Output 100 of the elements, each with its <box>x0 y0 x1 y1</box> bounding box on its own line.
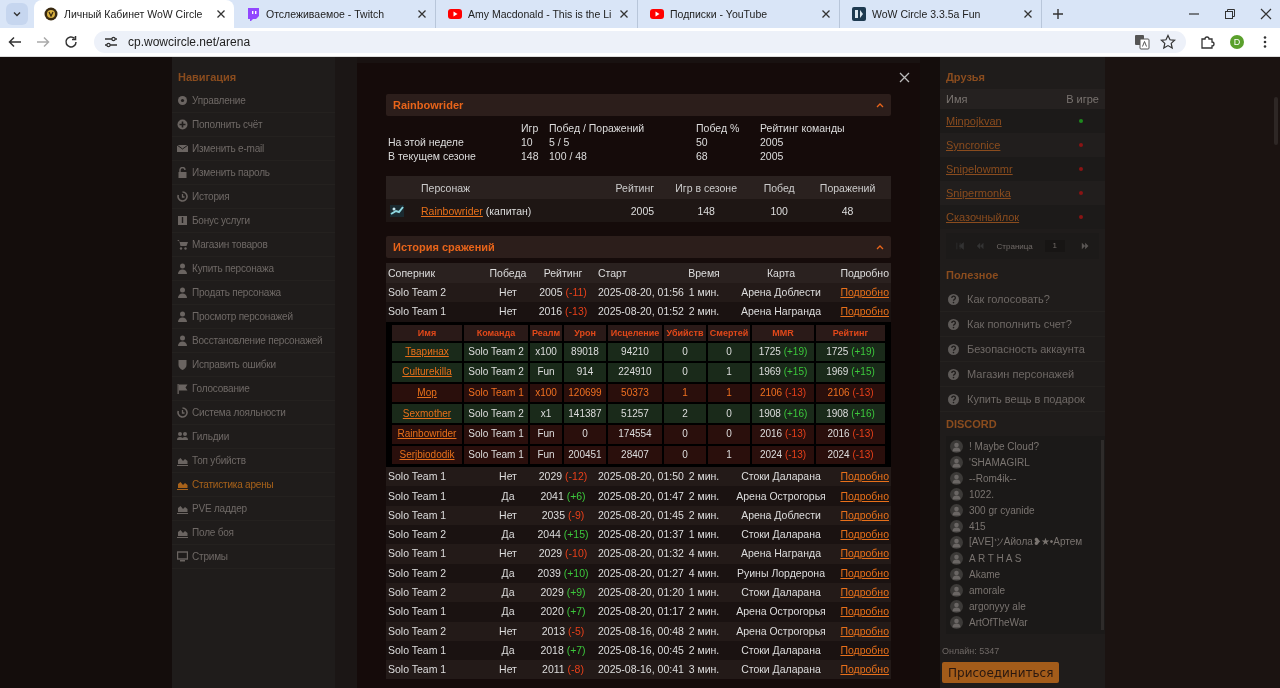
rating-cell: 2016 (-13) <box>752 424 814 444</box>
nav-item[interactable]: Изменить пароль <box>172 161 335 185</box>
browser-tab[interactable]: Личный Кабинет WoW Circle <box>34 0 234 28</box>
table-cell: Solo Team 1 <box>386 302 486 322</box>
emblem-icon <box>44 7 58 21</box>
column-header: Побед % <box>696 122 741 134</box>
help-link[interactable]: Как голосовать? <box>940 287 1105 312</box>
table-cell: 0 <box>564 424 606 444</box>
player-link[interactable]: Мор <box>417 387 437 399</box>
nav-item[interactable]: Бонус услуги <box>172 209 335 233</box>
friends-heading: Друзья <box>945 70 987 85</box>
table-cell: 51257 <box>608 404 662 423</box>
table-cell: 2025-08-20, 01:37 <box>596 525 684 545</box>
member-name: ! Maybe Cloud? <box>969 440 1040 452</box>
table-cell: Solo Team 2 <box>464 404 528 423</box>
gear-icon <box>177 95 188 106</box>
reload-icon[interactable] <box>64 35 78 49</box>
team-header[interactable]: Rainbowrider <box>386 94 891 116</box>
nav-item[interactable]: Управление <box>172 89 335 113</box>
logo-icon <box>852 7 866 21</box>
table-cell: Нет <box>486 283 530 303</box>
member-name: 300 gr cyanide <box>969 504 1035 516</box>
table-cell: 120699 <box>564 383 606 403</box>
friend-link[interactable]: Syncronice <box>946 139 1001 151</box>
table-cell: 1 <box>708 445 750 465</box>
character-link[interactable]: Rainbowrider <box>421 204 483 217</box>
help-link[interactable]: Купить вещь в подарок <box>940 387 1105 412</box>
avatar-icon <box>950 439 963 453</box>
column-header: Убийств <box>664 324 706 341</box>
new-tab-icon[interactable] <box>1052 8 1064 20</box>
close-icon[interactable] <box>899 72 910 83</box>
table-cell: 2 мин. <box>684 602 724 622</box>
chart-icon <box>177 455 188 466</box>
table-cell: Solo Team 1 <box>386 467 486 487</box>
table-cell-text: 10 <box>521 136 534 148</box>
nav-item[interactable]: Изменить e-mail <box>172 137 335 161</box>
join-button[interactable]: Присоединиться <box>942 662 1060 683</box>
rating-cell: 2020 (+7) <box>530 602 596 622</box>
column-header: Рейтинг <box>816 324 885 341</box>
rating-cell: 2041 (+6) <box>530 486 596 506</box>
close-icon[interactable] <box>1023 9 1033 19</box>
chevron-up-icon[interactable] <box>876 244 884 250</box>
play-icon <box>650 7 664 21</box>
person-icon <box>177 287 188 298</box>
help-link[interactable]: Безопасность аккаунта <box>940 337 1105 362</box>
close-icon[interactable] <box>216 9 226 19</box>
chart-icon <box>177 527 188 538</box>
table-cell: Fun <box>530 363 562 382</box>
table-cell: Да <box>486 582 530 603</box>
captain-note: (капитан) <box>485 204 532 217</box>
table-cell: Арена Награнда <box>724 302 838 322</box>
bookmark-star-icon[interactable] <box>1160 34 1176 50</box>
table-cell: 3 мин. <box>684 660 724 680</box>
member-name: --Rom4ik-- <box>969 472 1017 484</box>
extensions-icon[interactable] <box>1200 34 1216 50</box>
help-link[interactable]: Магазин персонажей <box>940 362 1105 387</box>
help-link[interactable]: Как пополнить счет? <box>940 312 1105 337</box>
translate-icon[interactable] <box>1134 34 1150 50</box>
page-label: Страница <box>996 241 1033 251</box>
person-icon <box>177 263 188 274</box>
back-icon[interactable] <box>8 35 22 49</box>
nav-item[interactable]: Стримы <box>172 545 335 569</box>
friend-link[interactable]: Minpojkvan <box>946 115 1002 127</box>
restore-icon[interactable] <box>1224 8 1236 20</box>
close-icon[interactable] <box>1260 8 1272 20</box>
table-cell: 1 мин. <box>684 582 724 603</box>
person-icon <box>177 335 188 346</box>
chevron-up-icon[interactable] <box>876 102 884 108</box>
row-label: В текущем сезоне <box>388 150 477 162</box>
friend-link[interactable]: Сказочныйлок <box>946 211 1020 223</box>
question-icon <box>948 368 959 380</box>
friend-link[interactable]: Snipermonka <box>946 187 1011 199</box>
lock-icon <box>177 167 188 178</box>
nav-item[interactable]: Исправить ошибки <box>172 353 335 377</box>
close-icon[interactable] <box>821 9 831 19</box>
table-cell: 2025-08-20, 01:47 <box>596 486 684 506</box>
rating-cell: 2029 (-12) <box>530 467 596 487</box>
table-cell: 2025-08-20, 01:27 <box>596 563 684 583</box>
close-icon[interactable] <box>619 9 629 19</box>
page-field[interactable]: 1 <box>1044 240 1065 252</box>
tab-search-button[interactable] <box>6 3 28 25</box>
column-header: Побед <box>754 176 805 199</box>
rating-cell: 2029 (+9) <box>530 582 596 603</box>
chart-icon <box>177 479 188 490</box>
close-icon[interactable] <box>417 9 427 19</box>
table-cell: 94210 <box>608 342 662 362</box>
rating-cell: 2024 (-13) <box>752 445 814 465</box>
rating-cell: 2106 (-13) <box>752 383 814 403</box>
table-cell: 4 мин. <box>684 544 724 564</box>
friend-link[interactable]: Snipelowmmr <box>946 163 1013 175</box>
site-settings-icon[interactable] <box>104 35 118 49</box>
nav-item[interactable]: Пополнить счёт <box>172 113 335 137</box>
last-page-icon[interactable] <box>1080 242 1089 250</box>
table-cell-text: 100 / 48 <box>549 150 588 162</box>
profile-avatar[interactable]: D <box>1230 35 1244 49</box>
avatar-icon <box>950 535 963 549</box>
rating-cell: 2039 (+10) <box>530 563 596 583</box>
address-bar[interactable]: cp.wowcircle.net/arena <box>94 31 1186 53</box>
history-header[interactable]: История сражений <box>386 236 891 258</box>
table-cell: Solo Team 2 <box>386 563 486 583</box>
